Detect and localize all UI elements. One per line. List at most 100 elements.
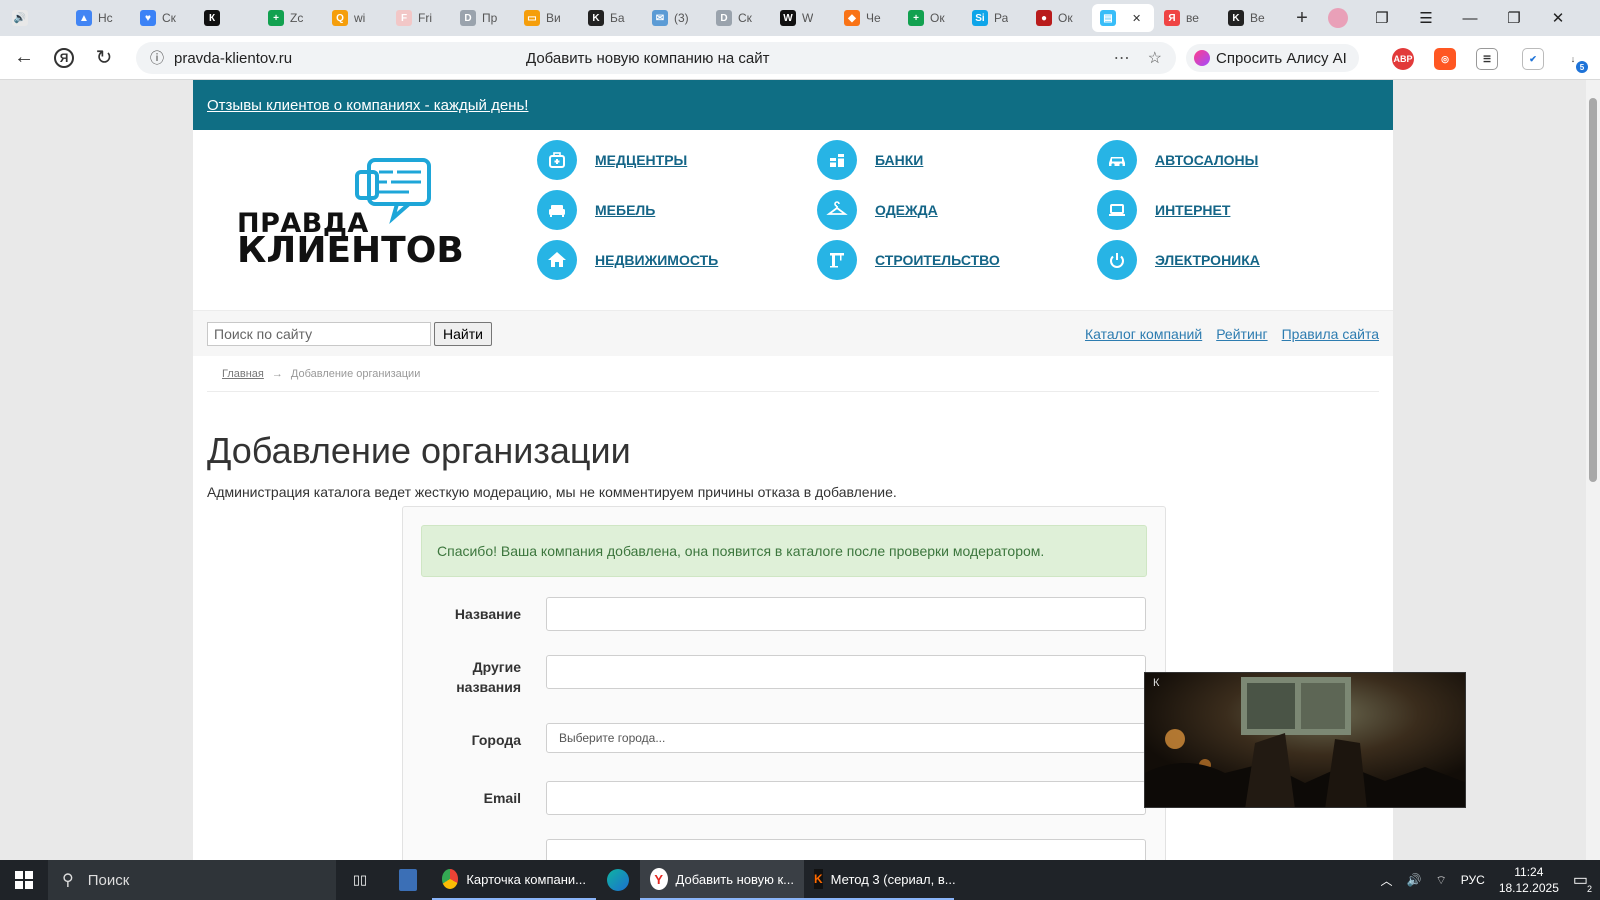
- browser-tab[interactable]: 🔊: [4, 4, 66, 32]
- minimize-icon[interactable]: —: [1448, 0, 1492, 36]
- category-item[interactable]: БАНКИ: [817, 140, 1097, 180]
- site-info-icon[interactable]: ⓘ: [150, 48, 164, 68]
- category-link[interactable]: МЕДЦЕНТРЫ: [595, 152, 687, 168]
- nav-link[interactable]: Рейтинг: [1216, 326, 1267, 342]
- adblock-icon[interactable]: ABP: [1392, 48, 1414, 70]
- browser-tab[interactable]: Si Ра: [964, 4, 1026, 32]
- taskbar-chrome[interactable]: Карточка компани...: [432, 860, 596, 900]
- restore-icon[interactable]: ❐: [1492, 0, 1536, 36]
- reviews-daily-link[interactable]: Отзывы клиентов о компаниях - каждый ден…: [207, 97, 528, 114]
- edge-icon[interactable]: [596, 860, 640, 900]
- hanger-icon[interactable]: [817, 190, 857, 230]
- category-link[interactable]: ЭЛЕКТРОНИКА: [1155, 252, 1260, 268]
- extension-record-icon[interactable]: ◎: [1434, 48, 1456, 70]
- category-link[interactable]: АВТОСАЛОНЫ: [1155, 152, 1258, 168]
- medkit-icon[interactable]: [537, 140, 577, 180]
- browser-tab[interactable]: Яве: [1156, 4, 1218, 32]
- site-logo[interactable]: ПРАВДА КЛИЕНТОВ: [237, 158, 464, 271]
- browser-tab[interactable]: ● Ок: [1028, 4, 1090, 32]
- browser-tab[interactable]: ♥ Ск: [132, 4, 194, 32]
- email-input[interactable]: [546, 781, 1146, 815]
- nav-link[interactable]: Каталог компаний: [1085, 326, 1202, 342]
- browser-tab[interactable]: D Ск: [708, 4, 770, 32]
- house-icon[interactable]: [537, 240, 577, 280]
- category-item[interactable]: НЕДВИЖИМОСТЬ: [537, 240, 817, 280]
- nav-link[interactable]: Правила сайта: [1282, 326, 1379, 342]
- coins-icon[interactable]: [817, 140, 857, 180]
- collections-icon[interactable]: ❐: [1360, 0, 1404, 36]
- profile-icon[interactable]: [1316, 0, 1360, 36]
- browser-tab[interactable]: F Fri: [388, 4, 450, 32]
- page-scrollbar[interactable]: [1586, 80, 1600, 860]
- scrollbar-thumb[interactable]: [1589, 98, 1597, 482]
- browser-tab[interactable]: D Пр: [452, 4, 514, 32]
- category-item[interactable]: АВТОСАЛОНЫ: [1097, 140, 1377, 180]
- video-pip-window[interactable]: К: [1144, 672, 1466, 808]
- category-item[interactable]: ИНТЕРНЕТ: [1097, 190, 1377, 230]
- category-link[interactable]: НЕДВИЖИМОСТЬ: [595, 252, 718, 268]
- tab-title: Нс: [98, 11, 113, 25]
- category-item[interactable]: ОДЕЖДА: [817, 190, 1097, 230]
- category-link[interactable]: СТРОИТЕЛЬСТВО: [875, 252, 1000, 268]
- back-icon[interactable]: ←: [4, 38, 44, 78]
- clock[interactable]: 11:24 18.12.2025: [1499, 864, 1559, 896]
- browser-tab[interactable]: + Zc: [260, 4, 322, 32]
- sofa-icon[interactable]: [537, 190, 577, 230]
- yandex-icon[interactable]: Я: [44, 38, 84, 78]
- browser-tab[interactable]: ▤ ✕: [1092, 4, 1154, 32]
- next-input[interactable]: [546, 839, 1146, 860]
- browser-tab[interactable]: K Ве: [1220, 4, 1282, 32]
- category-item[interactable]: СТРОИТЕЛЬСТВО: [817, 240, 1097, 280]
- close-window-icon[interactable]: ✕: [1536, 0, 1580, 36]
- category-item[interactable]: МЕБЕЛЬ: [537, 190, 817, 230]
- more-icon[interactable]: ⋯: [1114, 48, 1130, 68]
- windows-start-icon[interactable]: [0, 860, 48, 900]
- browser-tab[interactable]: ▭ Ви: [516, 4, 578, 32]
- browser-tab[interactable]: ◆ Че: [836, 4, 898, 32]
- laptop-icon[interactable]: [1097, 190, 1137, 230]
- power-icon[interactable]: [1097, 240, 1137, 280]
- browser-tab[interactable]: ▲ Нс: [68, 4, 130, 32]
- category-link[interactable]: МЕБЕЛЬ: [595, 202, 655, 218]
- category-item[interactable]: МЕДЦЕНТРЫ: [537, 140, 817, 180]
- browser-tab[interactable]: ✉ (3): [644, 4, 706, 32]
- menu-icon[interactable]: ☰: [1404, 0, 1448, 36]
- ask-alice-button[interactable]: Спросить Алису AI: [1186, 44, 1359, 72]
- task-view-icon[interactable]: ▯▯: [336, 860, 384, 900]
- breadcrumb-home[interactable]: Главная: [222, 368, 264, 380]
- browser-tab[interactable]: K Ба: [580, 4, 642, 32]
- downloads-icon[interactable]: ↓ 5: [1562, 48, 1588, 73]
- reload-icon[interactable]: ↻: [84, 38, 124, 78]
- language-indicator[interactable]: РУС: [1461, 873, 1485, 887]
- notifications-icon[interactable]: ▭ 2: [1573, 870, 1592, 894]
- new-tab-icon[interactable]: +: [1288, 4, 1316, 32]
- cities-select[interactable]: Выберите города...: [546, 723, 1146, 753]
- taskbar-kinopoisk[interactable]: K Метод 3 (сериал, в...: [804, 860, 956, 900]
- site-search-input[interactable]: [207, 321, 431, 346]
- crane-icon[interactable]: [817, 240, 857, 280]
- extension-check-icon[interactable]: ✔: [1522, 48, 1544, 70]
- category-item[interactable]: ЭЛЕКТРОНИКА: [1097, 240, 1377, 280]
- tray-chevron-icon[interactable]: ︿: [1381, 872, 1393, 889]
- browser-tab[interactable]: К: [196, 4, 258, 32]
- browser-tab[interactable]: WW: [772, 4, 834, 32]
- url-field[interactable]: ⓘ pravda-klientov.ru Добавить новую комп…: [136, 42, 1176, 74]
- other-names-input[interactable]: [546, 655, 1146, 689]
- bookmark-icon[interactable]: ☆: [1148, 48, 1162, 68]
- extension-clipboard-icon[interactable]: ☰: [1476, 48, 1498, 70]
- category-link[interactable]: ОДЕЖДА: [875, 202, 938, 218]
- browser-tab[interactable]: Qwi: [324, 4, 386, 32]
- network-icon[interactable]: ⌔: [1436, 873, 1447, 888]
- calculator-icon[interactable]: [384, 860, 432, 900]
- volume-icon[interactable]: 🔊: [1407, 873, 1422, 887]
- browser-tab[interactable]: + Ок: [900, 4, 962, 32]
- tab-close-icon[interactable]: ✕: [1132, 12, 1141, 25]
- name-input[interactable]: [546, 597, 1146, 631]
- category-link[interactable]: БАНКИ: [875, 152, 923, 168]
- category-link[interactable]: ИНТЕРНЕТ: [1155, 202, 1230, 218]
- search-button[interactable]: Найти: [434, 321, 492, 346]
- taskbar-yandex-browser[interactable]: Y Добавить новую к...: [640, 860, 804, 900]
- taskbar-search[interactable]: ⚲ Поиск: [48, 860, 336, 900]
- car-icon[interactable]: [1097, 140, 1137, 180]
- tab-title: Zc: [290, 11, 304, 25]
